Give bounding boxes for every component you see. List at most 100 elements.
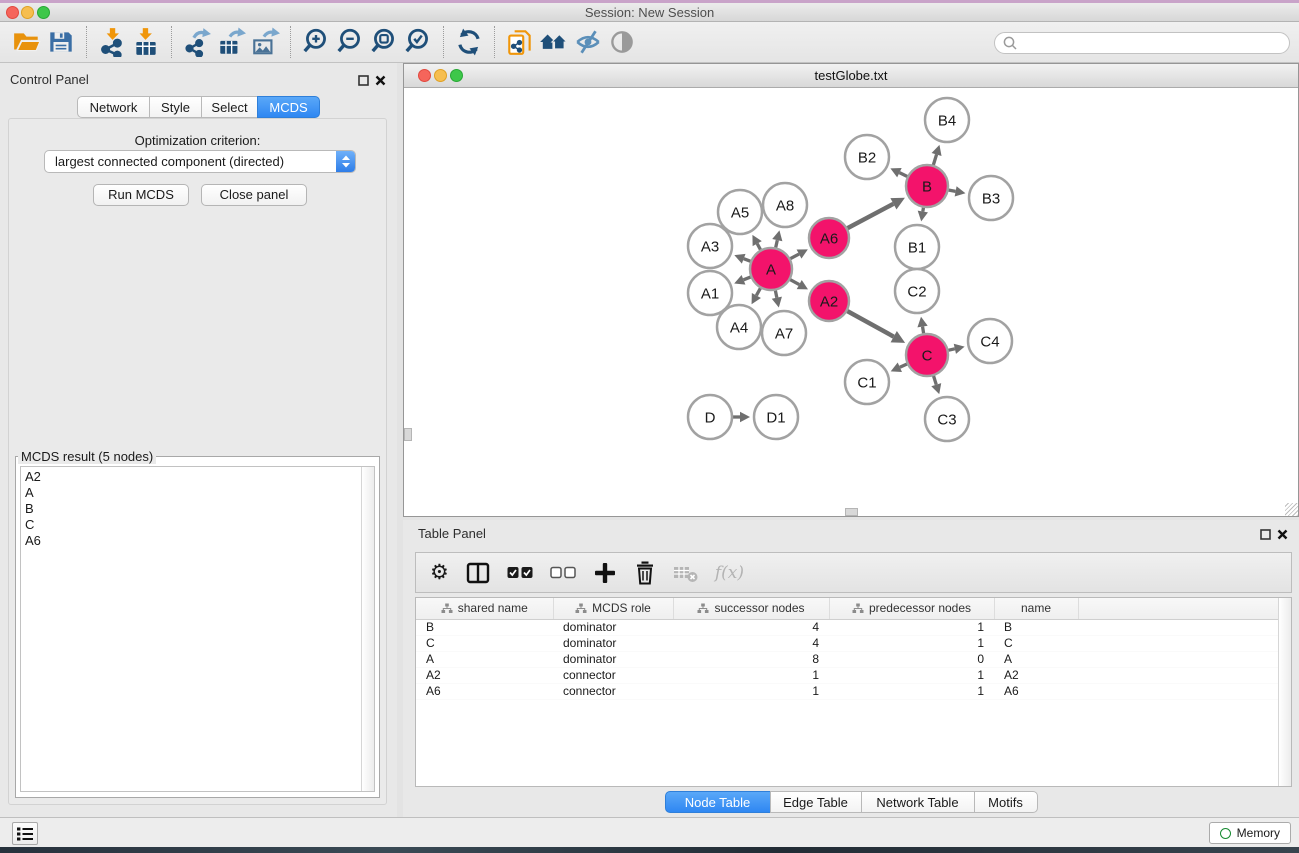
- graph-edge[interactable]: [775, 240, 777, 248]
- column-header-predecessor-nodes[interactable]: predecessor nodes: [829, 598, 994, 619]
- toolbar-separator: [86, 26, 87, 58]
- window-title: Session: New Session: [0, 5, 1299, 20]
- graph-edge[interactable]: [847, 311, 894, 337]
- graph-node-label: D1: [766, 410, 785, 427]
- graph-edge[interactable]: [899, 173, 908, 177]
- network-canvas[interactable]: AA1A2A3A4A5A6A7A8BB1B2B3B4CC1C2C3C4DD1: [404, 88, 1298, 516]
- save-session-button[interactable]: [44, 25, 78, 59]
- export-network-button[interactable]: [180, 25, 214, 59]
- tab-node-table[interactable]: Node Table: [665, 791, 771, 813]
- zoom-in-button[interactable]: [299, 25, 333, 59]
- graph-edge[interactable]: [847, 204, 894, 229]
- graph-edge[interactable]: [900, 364, 908, 368]
- open-session-button[interactable]: [10, 25, 44, 59]
- column-type-icon: [852, 603, 864, 614]
- column-header-name[interactable]: name: [994, 598, 1078, 619]
- mcds-result-item[interactable]: A2: [25, 469, 374, 485]
- gear-icon: ⚙: [430, 562, 449, 583]
- zoom-fit-button[interactable]: [367, 25, 401, 59]
- graph-edge[interactable]: [933, 375, 936, 385]
- export-image-button[interactable]: [248, 25, 282, 59]
- result-list-scrollbar[interactable]: [361, 467, 374, 791]
- graph-edge-arrowhead: [917, 317, 927, 328]
- graph-edge[interactable]: [933, 154, 936, 165]
- tab-network-table[interactable]: Network Table: [861, 791, 975, 813]
- table-row[interactable]: Adominator80A: [416, 651, 1291, 667]
- memory-button[interactable]: Memory: [1209, 822, 1291, 844]
- tab-motifs[interactable]: Motifs: [974, 791, 1038, 813]
- tab-edge-table[interactable]: Edge Table: [770, 791, 862, 813]
- graph-node-label: A8: [776, 198, 794, 215]
- graph-node-label: A5: [731, 205, 749, 222]
- graph-edge[interactable]: [789, 279, 799, 284]
- mcds-result-box: MCDS result (5 nodes) A2ABCA6: [15, 449, 380, 798]
- zoom-out-button[interactable]: [333, 25, 367, 59]
- import-table-button[interactable]: [129, 25, 163, 59]
- desktop-bottom-strip: [0, 847, 1299, 853]
- optimization-criterion-select[interactable]: largest connected component (directed): [44, 150, 356, 173]
- graph-node-label: C3: [937, 412, 956, 429]
- refresh-view-button[interactable]: [452, 25, 486, 59]
- table-settings-button[interactable]: ⚙: [430, 558, 449, 588]
- mcds-result-item[interactable]: B: [25, 501, 374, 517]
- tab-mcds[interactable]: MCDS: [257, 96, 320, 118]
- create-column-button[interactable]: [593, 558, 617, 588]
- column-header-successor-nodes[interactable]: successor nodes: [673, 598, 829, 619]
- table-row[interactable]: A6connector11A6: [416, 683, 1291, 699]
- plus-icon: [593, 561, 617, 585]
- memory-label: Memory: [1237, 826, 1280, 840]
- deselect-all-columns-button[interactable]: [550, 558, 577, 588]
- run-mcds-button[interactable]: Run MCDS: [93, 184, 189, 206]
- graph-node-label: B: [922, 179, 932, 196]
- graph-edge[interactable]: [790, 254, 799, 259]
- mcds-result-list[interactable]: A2ABCA6: [20, 466, 375, 792]
- float-table-panel-icon[interactable]: [1260, 528, 1271, 543]
- graph-node-label: C1: [857, 375, 876, 392]
- horizontal-scroll-thumb[interactable]: [845, 508, 858, 516]
- close-table-panel-icon[interactable]: [1277, 528, 1288, 543]
- resize-grip-icon[interactable]: [1285, 503, 1298, 516]
- mcds-result-item[interactable]: A6: [25, 533, 374, 549]
- table-row[interactable]: Bdominator41B: [416, 619, 1291, 635]
- mcds-result-item[interactable]: C: [25, 517, 374, 533]
- tab-style[interactable]: Style: [149, 96, 202, 118]
- import-network-button[interactable]: [95, 25, 129, 59]
- fx-icon: f(x): [715, 563, 744, 583]
- graph-node-label: A4: [730, 320, 748, 337]
- tab-select[interactable]: Select: [201, 96, 258, 118]
- mcds-result-item[interactable]: A: [25, 485, 374, 501]
- select-all-columns-button[interactable]: [507, 558, 534, 588]
- float-panel-icon[interactable]: [358, 74, 369, 89]
- graph-node-label: B1: [908, 240, 926, 257]
- task-history-button[interactable]: [12, 822, 38, 845]
- function-builder-button[interactable]: f(x): [715, 558, 744, 588]
- clone-network-button[interactable]: [503, 25, 537, 59]
- import-table-icon: [131, 27, 161, 57]
- search-field[interactable]: [994, 32, 1290, 54]
- delete-table-button[interactable]: [673, 558, 699, 588]
- tab-network[interactable]: Network: [77, 96, 150, 118]
- table-row[interactable]: Cdominator41C: [416, 635, 1291, 651]
- column-header-shared-name[interactable]: shared name: [416, 598, 553, 619]
- graph-edge[interactable]: [744, 277, 752, 280]
- show-all-button[interactable]: [605, 25, 639, 59]
- zoom-selected-button[interactable]: [401, 25, 435, 59]
- close-panel-icon[interactable]: [375, 74, 386, 89]
- main-toolbar: [0, 22, 1299, 63]
- import-network-icon: [97, 27, 127, 57]
- graph-edge[interactable]: [756, 287, 760, 295]
- table-scrollbar[interactable]: [1278, 598, 1291, 786]
- graph-edge-arrowhead: [740, 412, 750, 422]
- window-titlebar: Session: New Session: [0, 3, 1299, 22]
- search-input[interactable]: [1018, 36, 1289, 50]
- show-columns-button[interactable]: [465, 558, 491, 588]
- export-table-button[interactable]: [214, 25, 248, 59]
- close-panel-button[interactable]: Close panel: [201, 184, 307, 206]
- table-row[interactable]: A2connector11A2: [416, 667, 1291, 683]
- zoom-fit-icon: [369, 27, 399, 57]
- hide-selected-button[interactable]: [571, 25, 605, 59]
- delete-column-button[interactable]: [633, 558, 657, 588]
- first-neighbors-button[interactable]: [537, 25, 571, 59]
- column-header-mcds-role[interactable]: MCDS role: [553, 598, 673, 619]
- vertical-scroll-thumb[interactable]: [404, 428, 412, 441]
